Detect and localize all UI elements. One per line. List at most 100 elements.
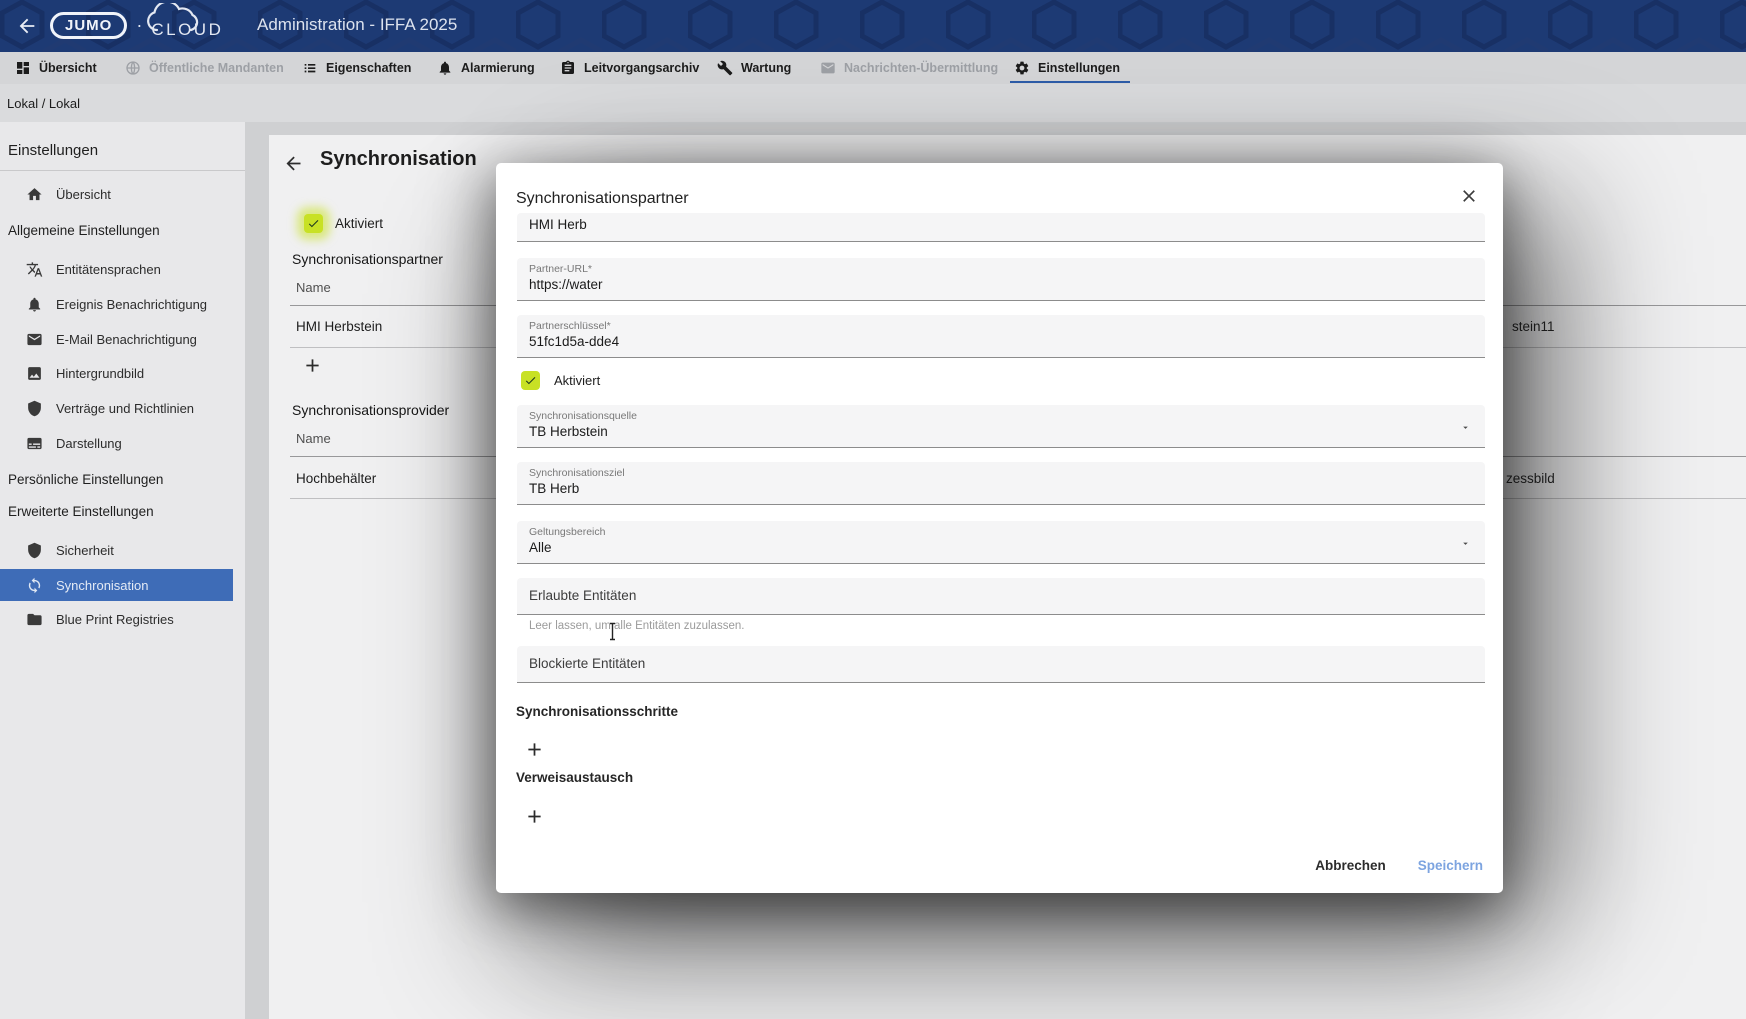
dialog-title: Synchronisationspartner (516, 190, 689, 208)
tab-label: Übersicht (39, 61, 97, 75)
sidebar-item-label: Verträge und Richtlinien (56, 401, 194, 416)
table-cell-fragment: stein11 (1512, 319, 1555, 334)
allowed-entities-field[interactable]: Erlaubte Entitäten (517, 578, 1485, 615)
display-icon (26, 435, 43, 452)
field-label: Synchronisationsziel (529, 467, 625, 479)
sidebar-item-label: Hintergrundbild (56, 366, 144, 381)
sidebar-item-uebersicht[interactable]: Übersicht (0, 179, 233, 209)
page-title: Administration - IFFA 2025 (257, 15, 457, 35)
aktiviert-checkbox-row: Aktiviert (521, 371, 600, 390)
sidebar-section-allgemeine: Allgemeine Einstellungen (0, 216, 233, 244)
table-cell-fragment: zessbild (1506, 471, 1555, 486)
divider (0, 170, 245, 171)
partner-section-heading: Synchronisationspartner (292, 251, 443, 267)
sidebar-item-hintergrundbild[interactable]: Hintergrundbild (0, 358, 233, 388)
shield-icon (26, 400, 43, 417)
plus-icon (302, 355, 323, 376)
sidebar-item-synchronisation[interactable]: Synchronisation (0, 569, 233, 601)
blocked-entities-field[interactable]: Blockierte Entitäten (517, 646, 1485, 683)
tab-einstellungen[interactable]: Einstellungen (1014, 52, 1120, 84)
sidebar-item-label: Entitätensprachen (56, 262, 161, 277)
scope-select[interactable]: Geltungsbereich Alle (517, 521, 1485, 564)
provider-section-heading: Synchronisationsprovider (292, 402, 449, 418)
save-button[interactable]: Speichern (1418, 858, 1483, 873)
globe-icon (125, 60, 141, 76)
sync-icon (26, 577, 43, 594)
checkbox-label: Aktiviert (335, 216, 383, 231)
app-header: JUMO · CLOUD Administration - IFFA 2025 (0, 0, 1746, 52)
text-cursor (608, 622, 617, 641)
top-navigation: Übersicht Öffentliche Mandanten Eigensch… (0, 52, 1746, 84)
sidebar-item-label: Darstellung (56, 436, 122, 451)
mail-icon (26, 331, 43, 348)
name-field-value: HMI Herb (529, 217, 587, 232)
field-placeholder: Blockierte Entitäten (529, 646, 645, 682)
close-icon[interactable] (1459, 186, 1479, 206)
home-icon (26, 186, 43, 203)
synchronisationspartner-dialog: Synchronisationspartner HMI Herb Partner… (496, 163, 1503, 893)
tab-label: Alarmierung (461, 61, 535, 75)
name-field[interactable]: HMI Herb (517, 213, 1485, 242)
sidebar-item-ereignis-benachrichtigung[interactable]: Ereignis Benachrichtigung (0, 289, 233, 319)
add-sync-step-button[interactable] (524, 739, 545, 760)
table-row[interactable]: Hochbehälter (296, 471, 376, 486)
dialog-actions: Abbrechen Speichern (1315, 858, 1483, 873)
tab-label: Wartung (741, 61, 791, 75)
column-header-name: Name (296, 280, 331, 295)
sidebar-item-blue-print-registries[interactable]: Blue Print Registries (0, 604, 233, 634)
sidebar-item-email-benachrichtigung[interactable]: E-Mail Benachrichtigung (0, 324, 233, 354)
add-reference-button[interactable] (524, 806, 545, 827)
aktiviert-checkbox[interactable] (521, 371, 540, 390)
back-arrow-icon[interactable] (283, 153, 304, 174)
tab-leitvorgangsarchiv[interactable]: Leitvorgangsarchiv (560, 52, 699, 84)
wrench-icon (717, 60, 733, 76)
cloud-icon (145, 3, 217, 33)
cancel-button[interactable]: Abbrechen (1315, 858, 1386, 873)
tab-nachrichten-uebermittlung[interactable]: Nachrichten-Übermittlung (820, 52, 998, 84)
jumo-logo-pill: JUMO (50, 12, 127, 39)
sync-source-select[interactable]: Synchronisationsquelle TB Herbstein (517, 405, 1485, 448)
sidebar-item-label: E-Mail Benachrichtigung (56, 332, 197, 347)
table-row[interactable]: HMI Herbstein (296, 319, 382, 334)
allowed-entities-hint: Leer lassen, um alle Entitäten zuzulasse… (529, 620, 744, 632)
field-value: TB Herb (529, 481, 579, 496)
tab-label: Leitvorgangsarchiv (584, 61, 699, 75)
folder-icon (26, 611, 43, 628)
sidebar-item-darstellung[interactable]: Darstellung (0, 428, 233, 458)
translate-icon (26, 261, 43, 278)
image-icon (26, 365, 43, 382)
aktiviert-checkbox[interactable] (304, 214, 323, 233)
sidebar-section-erweiterte: Erweiterte Einstellungen (0, 497, 233, 525)
tab-wartung[interactable]: Wartung (717, 52, 791, 84)
field-label: Partnerschlüssel* (529, 320, 611, 332)
field-value: 51fc1d5a-dde4 (529, 334, 619, 349)
back-arrow-icon[interactable] (16, 15, 38, 37)
dashboard-icon (15, 60, 31, 76)
add-partner-button[interactable] (302, 355, 323, 376)
tab-label: Öffentliche Mandanten (149, 61, 284, 75)
sync-steps-heading: Synchronisationsschritte (516, 704, 678, 719)
shield-icon (26, 542, 43, 559)
tab-uebersicht[interactable]: Übersicht (15, 52, 97, 84)
sidebar-heading: Einstellungen (8, 142, 98, 159)
aktiviert-checkbox-row: Aktiviert (304, 214, 383, 233)
tab-oeffentliche-mandanten[interactable]: Öffentliche Mandanten (125, 52, 284, 84)
sidebar-item-vertraege-richtlinien[interactable]: Verträge und Richtlinien (0, 393, 233, 423)
sidebar-item-sicherheit[interactable]: Sicherheit (0, 535, 233, 565)
jumo-cloud-logo: JUMO · CLOUD (50, 10, 223, 40)
chevron-down-icon[interactable] (1460, 538, 1471, 549)
partner-url-field[interactable]: Partner-URL* https://water (517, 258, 1485, 301)
sidebar-item-entitaetensprachen[interactable]: Entitätensprachen (0, 254, 233, 284)
references-heading: Verweisaustausch (516, 770, 633, 785)
breadcrumb: Lokal / Lokal (0, 84, 1746, 122)
sidebar-item-label: Übersicht (56, 187, 111, 202)
tab-eigenschaften[interactable]: Eigenschaften (302, 52, 411, 84)
clipboard-icon (560, 60, 576, 76)
chevron-down-icon[interactable] (1460, 422, 1471, 433)
cloud-wordmark: CLOUD (151, 10, 223, 40)
field-placeholder: Erlaubte Entitäten (529, 578, 636, 614)
tab-alarmierung[interactable]: Alarmierung (437, 52, 535, 84)
plus-icon (524, 806, 545, 827)
sync-target-field[interactable]: Synchronisationsziel TB Herb (517, 462, 1485, 505)
partner-key-field[interactable]: Partnerschlüssel* 51fc1d5a-dde4 (517, 315, 1485, 358)
